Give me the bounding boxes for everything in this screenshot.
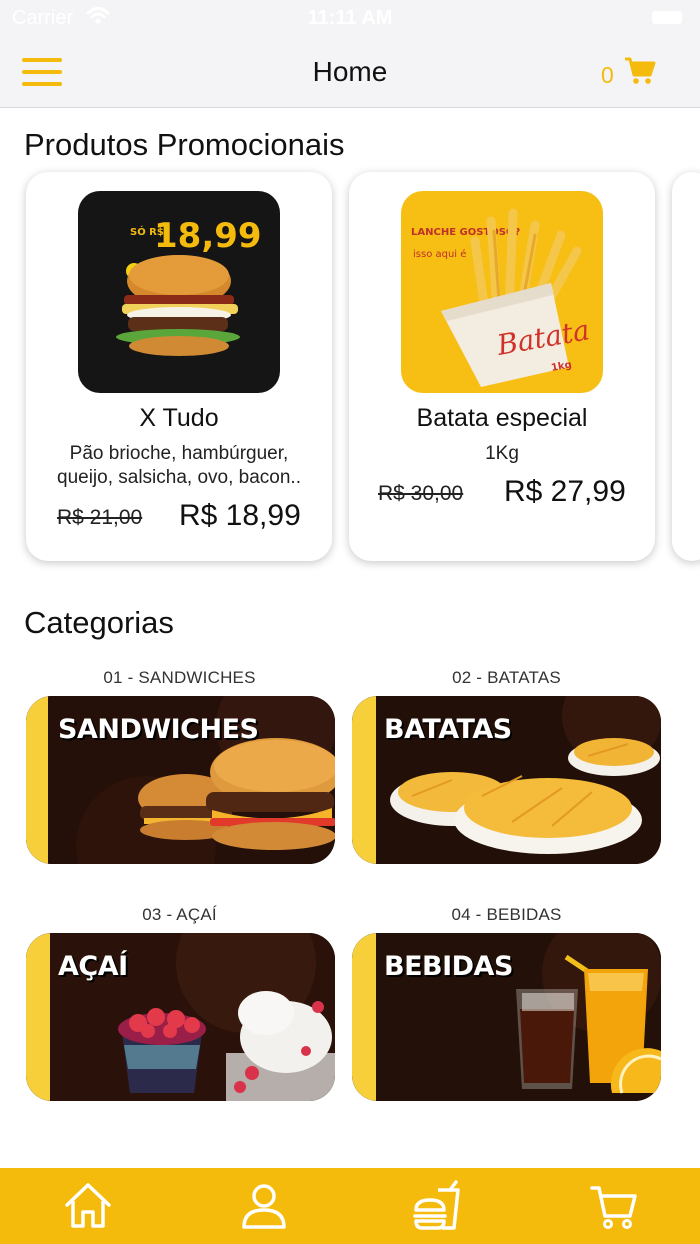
promo-card-next-peek[interactable] — [672, 172, 700, 561]
promo-card-batata-especial[interactable]: LANCHE GOSTOSO? isso aqui é Batata 1kg B… — [349, 172, 655, 561]
category-label-batatas: 02 - BATATAS — [452, 668, 561, 687]
promo-card-x-tudo[interactable]: SÓ R$ 18,99 X Tudo Pão brioche, hambúrgu… — [26, 172, 332, 561]
banner-text: AÇAÍ — [58, 951, 128, 982]
product-name: X Tudo — [139, 404, 219, 432]
category-label-sandwiches: 01 - SANDWICHES — [103, 668, 256, 687]
old-price: R$ 21,00 — [57, 506, 143, 529]
product-description: 1Kg — [485, 443, 519, 464]
category-label-acai: 03 - AÇAÍ — [142, 905, 217, 924]
product-description: Pão brioche, hambúrguer, queijo, salsich… — [57, 443, 301, 488]
cart-count-badge[interactable]: 0 — [601, 62, 614, 89]
category-banner-bebidas[interactable]: BEBIDAS — [352, 933, 661, 1101]
batata-image-text-1: LANCHE GOSTOSO? — [411, 227, 520, 238]
batata-especial-image: LANCHE GOSTOSO? isso aqui é Batata 1kg — [401, 191, 603, 393]
promo-price: R$ 18,99 — [179, 499, 301, 532]
status-time: 11:11 AM — [307, 7, 393, 29]
bottom-tab-bar — [0, 1168, 700, 1244]
burger-drink-icon[interactable] — [412, 1180, 464, 1232]
x-tudo-badge-price: 18,99 — [154, 216, 262, 256]
home-icon[interactable] — [62, 1180, 114, 1232]
category-banner-sandwiches[interactable]: SANDWICHES — [26, 696, 335, 864]
page-title: Home — [312, 56, 388, 87]
category-banner-batatas[interactable]: BATATAS — [352, 696, 661, 864]
old-price: R$ 30,00 — [378, 482, 464, 505]
batata-image-text-2: isso aqui é — [413, 248, 466, 260]
promotions-title: Produtos Promocionais — [24, 127, 345, 162]
shopping-cart-icon[interactable] — [624, 56, 656, 86]
promo-price: R$ 27,99 — [504, 475, 626, 508]
category-label-bebidas: 04 - BEBIDAS — [451, 905, 562, 924]
navigation-bar: Home 0 — [0, 36, 700, 108]
banner-text: BATATAS — [384, 714, 512, 745]
cart-icon[interactable] — [588, 1180, 640, 1232]
status-bar: Carrier 11:11 AM — [0, 0, 700, 36]
category-banner-acai[interactable]: AÇAÍ — [26, 933, 335, 1101]
banner-text: BEBIDAS — [384, 951, 513, 982]
product-name: Batata especial — [416, 404, 588, 432]
user-icon[interactable] — [238, 1180, 290, 1232]
x-tudo-image: SÓ R$ 18,99 — [78, 191, 280, 393]
banner-text: SANDWICHES — [58, 714, 259, 745]
battery-icon — [652, 11, 682, 24]
categories-title: Categorias — [24, 605, 174, 640]
